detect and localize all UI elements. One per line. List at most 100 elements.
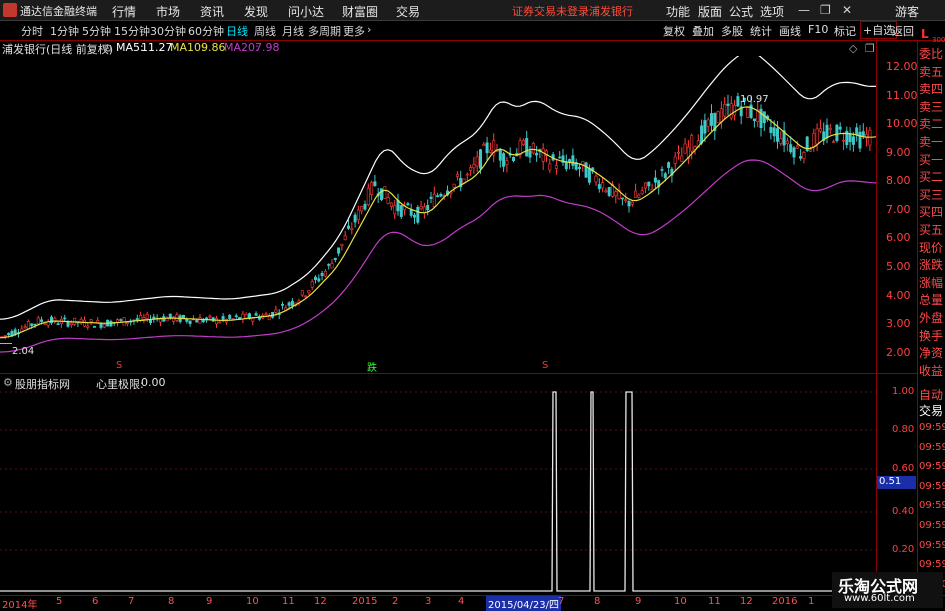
period-more-arrow-icon[interactable]: › xyxy=(367,23,371,36)
level-badge[interactable]: L xyxy=(921,27,929,41)
close-icon[interactable]: ✕ xyxy=(842,3,852,17)
period-more[interactable]: 更多 xyxy=(343,23,365,39)
period-month[interactable]: 月线 xyxy=(282,23,304,39)
candle-body xyxy=(419,206,423,210)
candle-body xyxy=(802,152,806,159)
quote-label: 买二 xyxy=(919,170,944,185)
auto-trade-label-2[interactable]: 交易 xyxy=(919,402,943,419)
candle-body xyxy=(601,182,605,189)
candle-body xyxy=(795,145,799,149)
auto-trade-label[interactable]: 自动 xyxy=(919,386,943,403)
low-price-label: 2.04 xyxy=(12,346,35,357)
settings-gear-icon[interactable]: ⚙ xyxy=(103,42,113,55)
adjust-button[interactable]: 复权 xyxy=(663,23,685,39)
period-5min[interactable]: 5分钟 xyxy=(82,23,111,39)
period-30min[interactable]: 30分钟 xyxy=(150,23,186,39)
candle-body xyxy=(63,317,67,320)
period-tick[interactable]: 分时 xyxy=(21,23,43,39)
price-tick: 2.00 xyxy=(886,346,911,359)
candle-body xyxy=(406,203,410,206)
candle-body xyxy=(690,135,694,152)
candle-body xyxy=(373,181,377,187)
date-tick: 8 xyxy=(168,596,175,607)
ma5-value: 11.27 xyxy=(141,41,173,54)
quote-label: 外盘 xyxy=(919,311,944,325)
price-tick: 5.00 xyxy=(886,260,911,273)
candle-body xyxy=(614,191,618,197)
candle-body xyxy=(366,187,370,205)
candle-body xyxy=(432,193,436,207)
candle-body xyxy=(300,290,304,296)
candle-body xyxy=(280,304,284,306)
stats-button[interactable]: 统计 xyxy=(750,23,772,39)
candle-body xyxy=(313,276,317,280)
candle-body xyxy=(436,195,440,197)
candle-body xyxy=(528,150,532,158)
menu-markets[interactable]: 市场 xyxy=(156,3,180,20)
period-multi[interactable]: 多周期 xyxy=(308,23,341,39)
period-60min[interactable]: 60分钟 xyxy=(188,23,224,39)
guest-label[interactable]: 游客 xyxy=(895,3,919,20)
date-tick: 11 xyxy=(282,596,295,607)
maximize-icon[interactable]: ❐ xyxy=(820,3,831,17)
candle-body xyxy=(535,152,539,156)
menu-discover[interactable]: 发现 xyxy=(244,3,268,20)
candle-body xyxy=(683,143,687,154)
price-tick: 6.00 xyxy=(886,231,911,244)
candle-body xyxy=(779,138,783,144)
period-15min[interactable]: 15分钟 xyxy=(114,23,150,39)
candle-body xyxy=(775,128,779,142)
level-badge-sub: 300 xyxy=(932,36,945,44)
candle-body xyxy=(234,315,238,318)
candle-body xyxy=(208,315,212,318)
ma10-label: MA10: xyxy=(170,41,205,54)
menu-options[interactable]: 选项 xyxy=(760,3,784,20)
candle-body xyxy=(564,161,568,170)
diamond-icon[interactable]: ◇ xyxy=(849,42,857,55)
menu-market[interactable]: 行情 xyxy=(112,3,136,20)
restore-pane-icon[interactable]: ❐ xyxy=(865,42,875,55)
menu-formula[interactable]: 公式 xyxy=(729,3,753,20)
back-button[interactable]: 返回 xyxy=(892,23,914,39)
indicator-chart[interactable] xyxy=(0,375,876,595)
menu-function[interactable]: 功能 xyxy=(666,3,690,20)
candle-body xyxy=(620,197,624,200)
f10-button[interactable]: F10 xyxy=(808,23,828,36)
candle-body xyxy=(640,190,644,195)
candle-body xyxy=(799,156,803,159)
candle-body xyxy=(455,174,459,177)
menu-layout[interactable]: 版面 xyxy=(698,3,722,20)
overlay-button[interactable]: 叠加 xyxy=(692,23,714,39)
pane-divider xyxy=(0,373,917,374)
period-1min[interactable]: 1分钟 xyxy=(50,23,79,39)
candle-body xyxy=(274,309,278,313)
login-status[interactable]: 证券交易未登录 xyxy=(512,3,589,19)
candle-body xyxy=(706,119,710,127)
candle-body xyxy=(680,155,684,162)
period-week[interactable]: 周线 xyxy=(254,23,276,39)
candle-body xyxy=(502,153,506,167)
menu-xiaoda[interactable]: 问小达 xyxy=(288,3,324,20)
candle-body xyxy=(86,325,90,328)
candle-body xyxy=(356,209,360,221)
minimize-icon[interactable]: — xyxy=(798,3,810,17)
quote-label: 买五 xyxy=(919,223,944,237)
candle-body xyxy=(584,162,588,178)
candle-body xyxy=(439,193,443,197)
candle-body xyxy=(333,257,337,260)
mark-button[interactable]: 标记 xyxy=(834,23,856,39)
menu-trade[interactable]: 交易 xyxy=(396,3,420,20)
draw-line-button[interactable]: 画线 xyxy=(779,23,801,39)
menu-wealth[interactable]: 财富圈 xyxy=(342,3,378,20)
date-tick: 9 xyxy=(635,596,642,607)
candle-body xyxy=(789,144,793,153)
candle-body xyxy=(558,156,562,159)
date-tick: 7 xyxy=(558,596,565,607)
multistock-button[interactable]: 多股 xyxy=(721,23,743,39)
candle-body xyxy=(218,321,222,324)
high-price-label: 10.97 xyxy=(740,94,769,105)
candle-body xyxy=(182,314,186,319)
menu-news[interactable]: 资讯 xyxy=(200,3,224,20)
period-day[interactable]: 日线 xyxy=(226,23,248,39)
candle-body xyxy=(841,139,845,142)
